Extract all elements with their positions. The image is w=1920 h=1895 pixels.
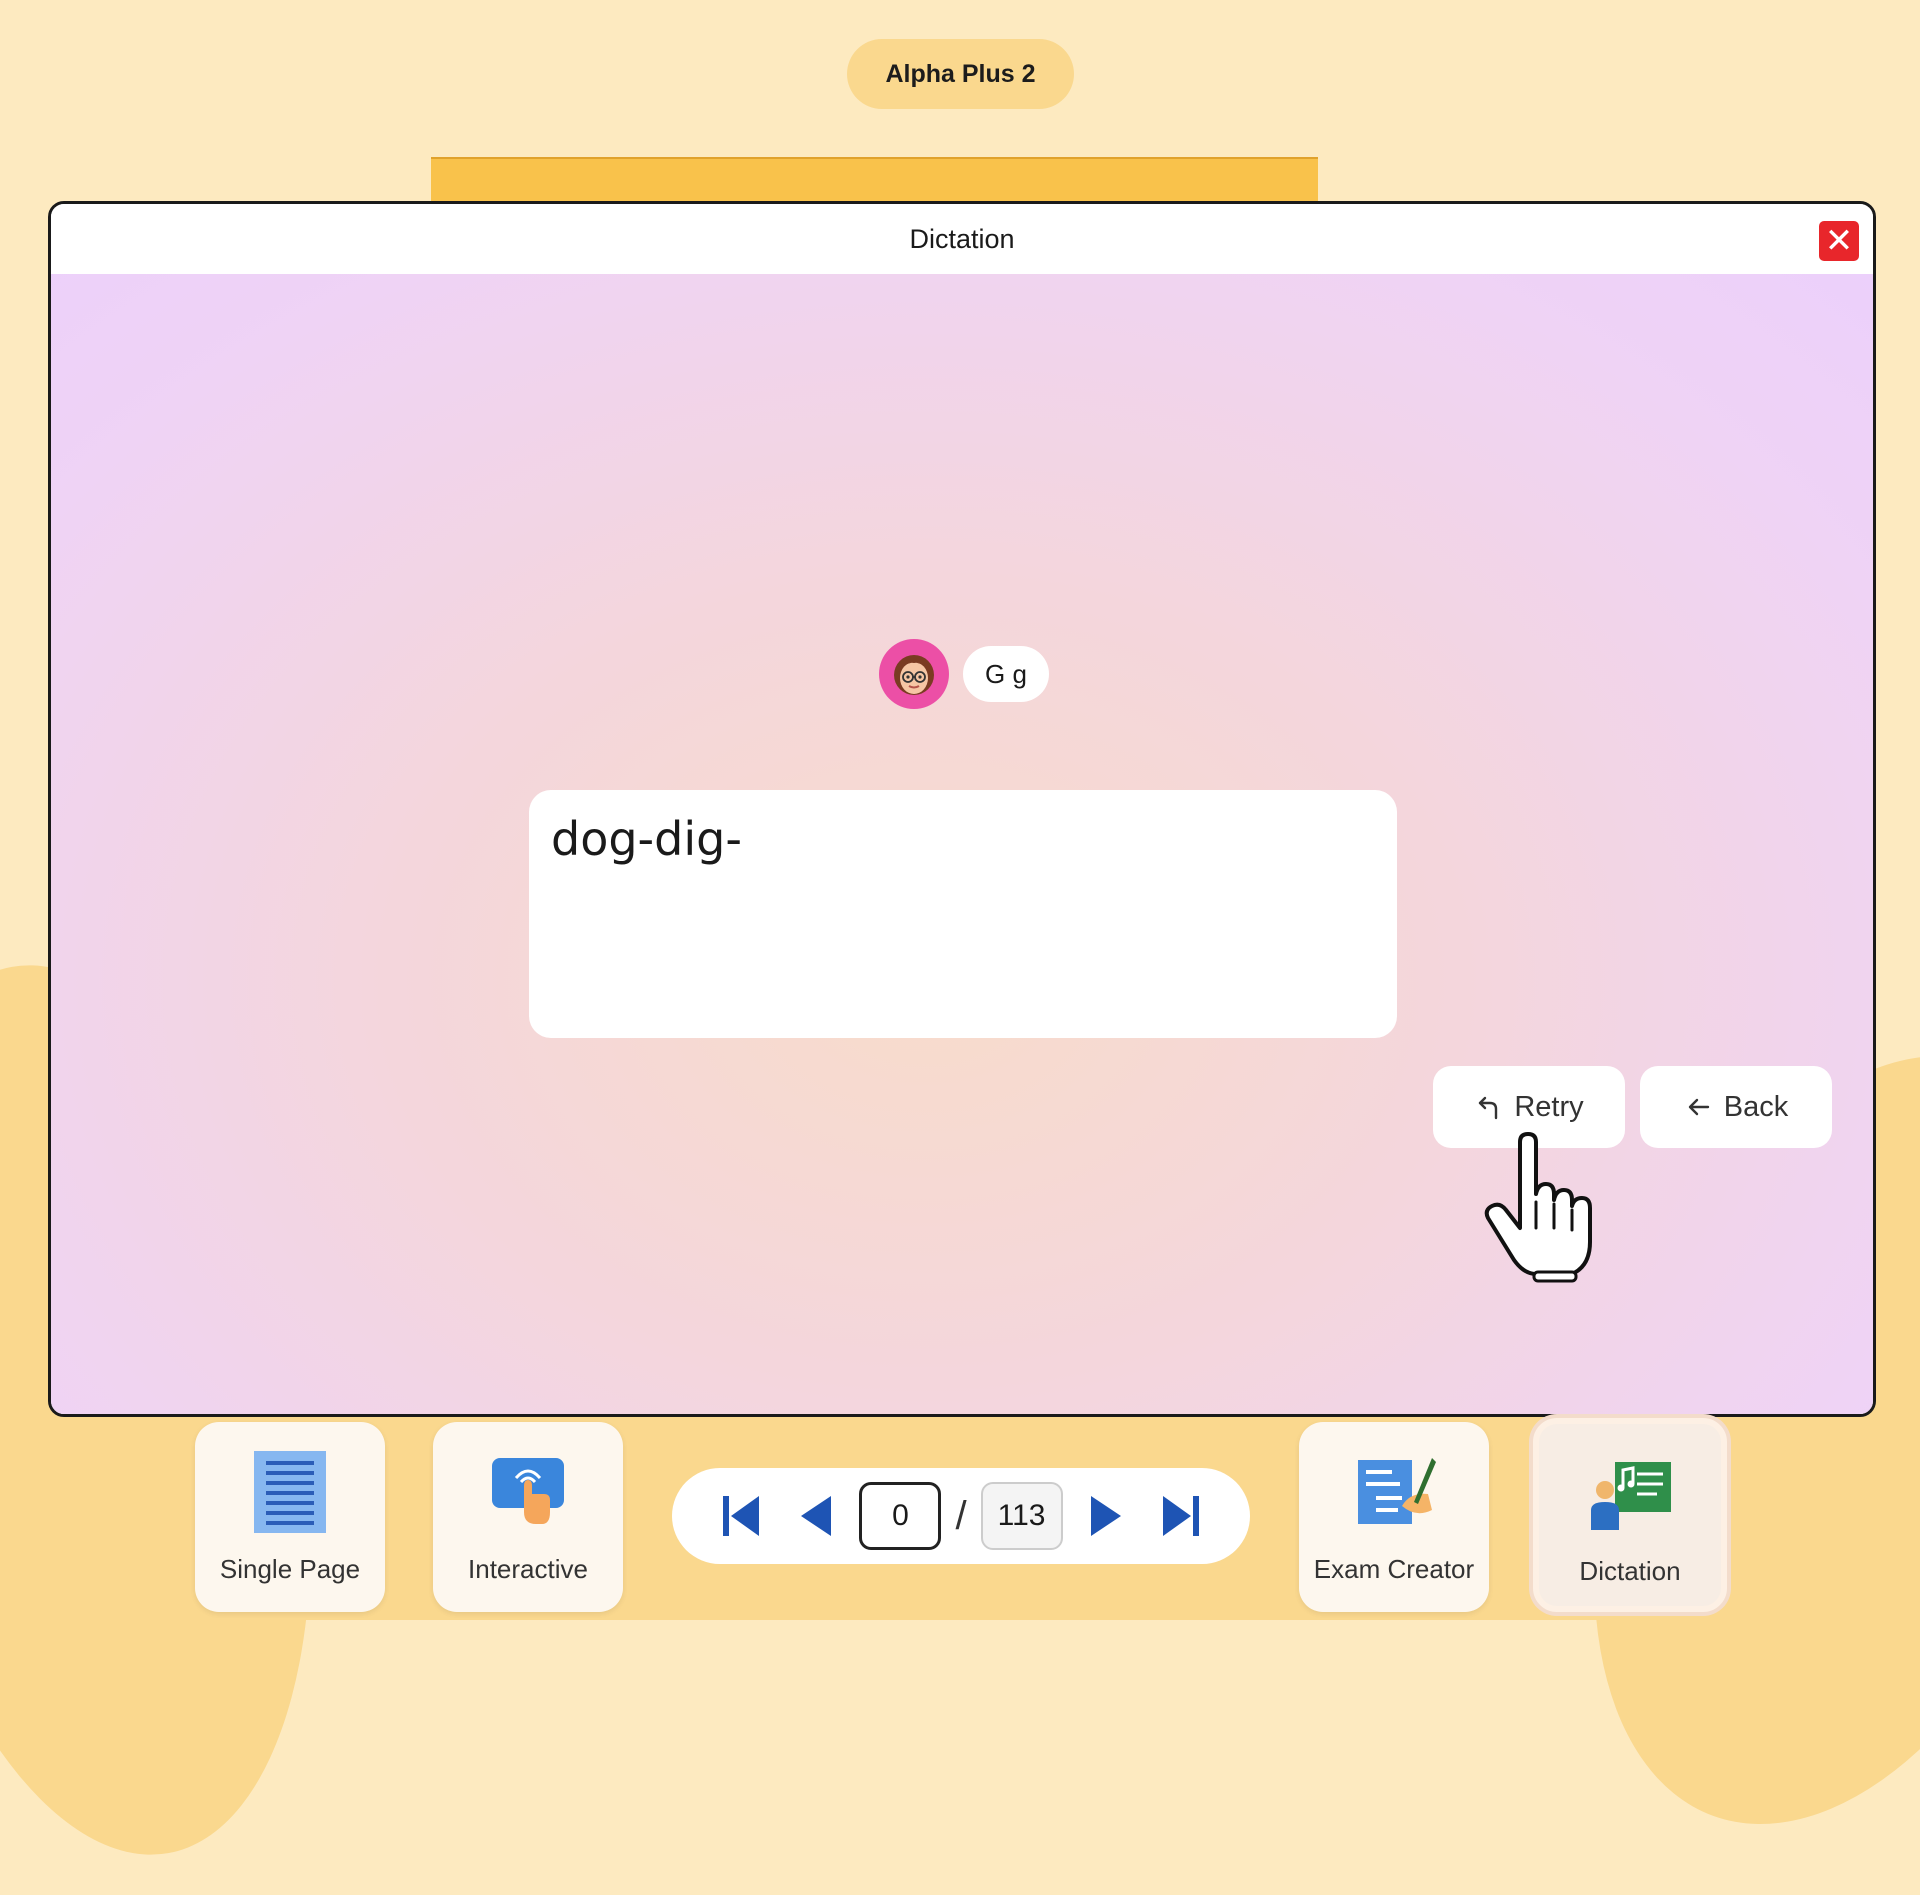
dictation-tool-button[interactable]: Dictation xyxy=(1533,1418,1727,1612)
back-label: Back xyxy=(1723,1090,1789,1123)
exam-creator-label: Exam Creator xyxy=(1313,1554,1475,1584)
arrow-left-icon xyxy=(1688,1098,1709,1116)
retry-label: Retry xyxy=(1514,1090,1584,1123)
dialog-title: Dictation xyxy=(909,223,1015,254)
close-button[interactable]: ✕ xyxy=(1819,221,1859,261)
single-page-label: Single Page xyxy=(219,1554,361,1584)
hand-cursor-icon xyxy=(1484,1132,1592,1283)
first-page-button[interactable] xyxy=(711,1486,771,1546)
undo-icon xyxy=(1479,1096,1498,1120)
single-page-icon xyxy=(242,1444,338,1540)
teacher-face-icon xyxy=(894,655,934,695)
exam-creator-button[interactable]: Exam Creator xyxy=(1299,1422,1489,1612)
next-page-icon xyxy=(1090,1496,1121,1536)
exam-creator-icon xyxy=(1346,1444,1442,1540)
teacher-avatar[interactable] xyxy=(879,639,949,709)
app-title: Alpha Plus 2 xyxy=(847,39,1074,109)
single-page-button[interactable]: Single Page xyxy=(195,1422,385,1612)
last-page-button[interactable] xyxy=(1151,1486,1211,1546)
book-cover-strip xyxy=(431,157,1318,205)
dialog-header: Dictation ✕ xyxy=(51,204,1873,274)
dictation-teacher-icon xyxy=(1582,1446,1678,1542)
interactive-label: Interactive xyxy=(468,1554,588,1584)
total-pages: 113 xyxy=(980,1482,1063,1550)
last-page-icon xyxy=(1162,1496,1199,1536)
previous-page-icon xyxy=(801,1496,832,1536)
previous-page-button[interactable] xyxy=(785,1486,845,1546)
dictation-tool-label: Dictation xyxy=(1579,1556,1681,1586)
next-page-button[interactable] xyxy=(1077,1486,1137,1546)
touch-screen-icon xyxy=(480,1444,576,1540)
page-navigator: 0 / 113 xyxy=(672,1468,1250,1564)
speaker-row: G g xyxy=(879,639,1049,709)
close-icon: ✕ xyxy=(1824,222,1854,260)
interactive-button[interactable]: Interactive xyxy=(433,1422,623,1612)
back-button[interactable]: Back xyxy=(1640,1066,1832,1148)
current-page-input[interactable]: 0 xyxy=(859,1482,942,1550)
letter-chip[interactable]: G g xyxy=(963,646,1049,702)
dictation-answer-field[interactable]: dog-dig- xyxy=(529,790,1397,1038)
first-page-icon xyxy=(723,1496,760,1536)
page-separator: / xyxy=(955,1493,967,1538)
